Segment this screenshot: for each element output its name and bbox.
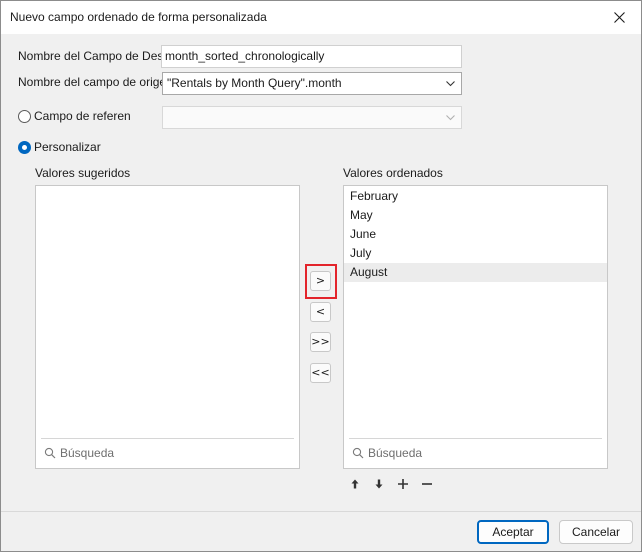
custom-sort-dialog: Nuevo campo ordenado de forma personaliz… — [0, 0, 642, 552]
search-icon — [44, 447, 56, 459]
suggested-values-list[interactable]: Búsqueda — [35, 185, 300, 469]
dialog-title: Nuevo campo ordenado de forma personaliz… — [10, 10, 267, 24]
ordered-values-label: Valores ordenados — [343, 166, 443, 180]
custom-radio[interactable] — [18, 141, 31, 154]
source-field-value: "Rentals by Month Query".month — [167, 76, 342, 90]
ordered-items: February May June July August — [344, 186, 607, 282]
move-down-icon[interactable] — [372, 477, 386, 491]
ordered-search[interactable]: Búsqueda — [352, 444, 422, 462]
dest-field-input[interactable]: month_sorted_chronologically — [161, 45, 462, 68]
list-item[interactable]: February — [344, 187, 607, 206]
search-divider — [41, 438, 294, 439]
close-icon — [613, 12, 625, 23]
suggested-search-placeholder: Búsqueda — [60, 446, 115, 460]
title-bar: Nuevo campo ordenado de forma personaliz… — [1, 1, 641, 34]
list-item[interactable]: July — [344, 244, 607, 263]
move-up-icon[interactable] — [348, 477, 362, 491]
source-field-select[interactable]: "Rentals by Month Query".month — [162, 72, 462, 95]
add-icon[interactable] — [396, 477, 410, 491]
move-right-button[interactable]: > — [310, 271, 331, 291]
suggested-search[interactable]: Búsqueda — [44, 444, 114, 462]
list-item[interactable]: June — [344, 225, 607, 244]
move-left-button[interactable]: < — [310, 302, 331, 322]
ordered-search-placeholder: Búsqueda — [368, 446, 423, 460]
remove-icon[interactable] — [420, 477, 434, 491]
dialog-body: Nombre del Campo de Destino month_sorted… — [1, 34, 641, 511]
custom-label: Personalizar — [34, 140, 101, 154]
move-all-right-button[interactable]: >> — [310, 332, 331, 352]
suggested-values-label: Valores sugeridos — [35, 166, 131, 180]
close-button[interactable] — [597, 1, 641, 34]
move-all-left-button[interactable]: << — [310, 363, 331, 383]
dest-field-label: Nombre del Campo de Destino — [18, 49, 163, 63]
chevron-down-icon — [446, 81, 455, 87]
cancel-button[interactable]: Cancelar — [559, 520, 633, 544]
list-item[interactable]: May — [344, 206, 607, 225]
source-field-label: Nombre del campo de origen — [18, 75, 163, 89]
list-item[interactable]: August — [344, 263, 607, 282]
dialog-footer: Aceptar Cancelar — [1, 511, 641, 551]
search-divider — [349, 438, 602, 439]
ordered-values-list[interactable]: February May June July August Búsqueda — [343, 185, 608, 469]
reference-field-select[interactable] — [162, 106, 462, 129]
reference-field-radio[interactable] — [18, 110, 31, 123]
accept-button[interactable]: Aceptar — [477, 520, 549, 544]
search-icon — [352, 447, 364, 459]
reference-field-label: Campo de referencia — [34, 109, 131, 123]
chevron-down-icon — [446, 115, 455, 121]
